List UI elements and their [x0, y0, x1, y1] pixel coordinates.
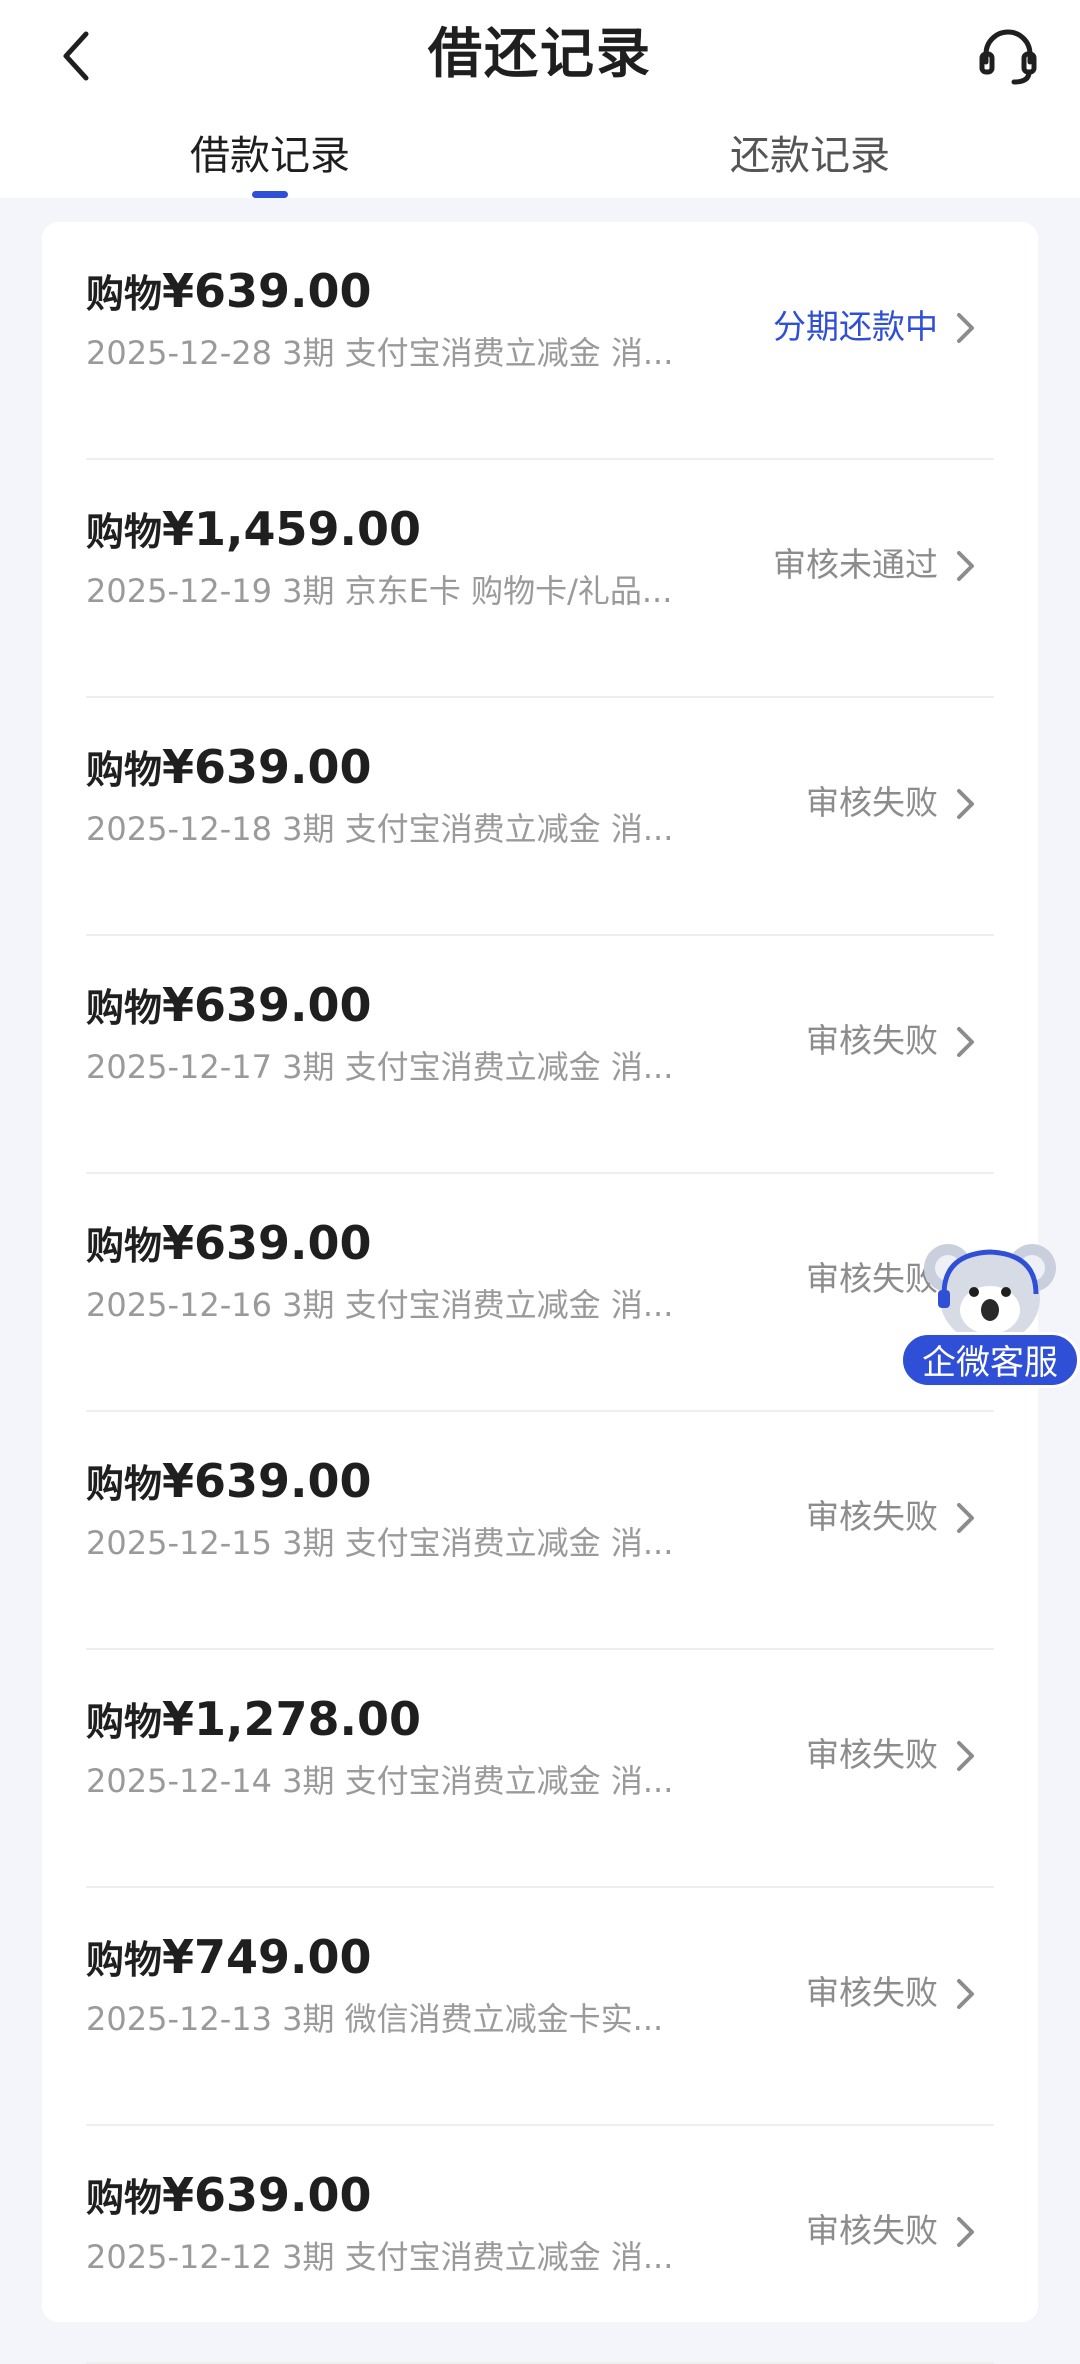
record-detail: 2025-12-16 3期 支付宝消费立减金 消...: [86, 1286, 674, 1324]
record-amount-value: ¥639.00: [162, 264, 372, 318]
record-amount: 购物¥639.00: [86, 1212, 372, 1274]
record-row[interactable]: 购物¥639.00 2025-12-16 3期 支付宝消费立减金 消... 审核失败: [42, 1174, 1038, 1412]
record-row[interactable]: 购物¥639.00 2025-12-28 3期 支付宝消费立减金 消... 分期还款…: [42, 222, 1038, 460]
record-row[interactable]: 购物¥639.00 2025-12-17 3期 支付宝消费立减金 消... 审核失败: [42, 936, 1038, 1174]
koala-mascot-icon: [924, 1244, 1056, 1344]
record-status: 审核失败: [806, 783, 938, 822]
record-row[interactable]: 购物¥639.00 2025-12-15 3期 支付宝消费立减金 消... 审核失败: [42, 1412, 1038, 1650]
chevron-right-icon: [957, 2217, 974, 2247]
chevron-right-icon: [957, 313, 974, 343]
chevron-right-icon: [957, 1503, 974, 1533]
record-amount-value: ¥639.00: [162, 740, 372, 794]
floating-service-label[interactable]: 企微客服: [900, 1332, 1080, 1388]
record-status: 审核失败: [806, 2211, 938, 2250]
record-row[interactable]: 购物¥639.00 2025-12-12 3期 支付宝消费立减金 消... 审核失败: [42, 2126, 1038, 2364]
chevron-right-icon: [957, 551, 974, 581]
record-category: 购物: [86, 2176, 163, 2220]
record-detail: 2025-12-19 3期 京东E卡 购物卡/礼品...: [86, 572, 673, 610]
record-amount-value: ¥639.00: [162, 1216, 372, 1270]
chevron-right-icon: [957, 1741, 974, 1771]
tab-borrow-records[interactable]: 借款记录: [140, 126, 400, 186]
record-status: 审核失败: [806, 1497, 938, 1536]
page-title: 借还记录: [428, 22, 652, 85]
chevron-right-icon: [957, 789, 974, 819]
record-category: 购物: [86, 986, 163, 1030]
record-category: 购物: [86, 1700, 163, 1744]
headset-icon: [979, 29, 1037, 85]
record-status: 审核失败: [806, 1735, 938, 1774]
record-category: 购物: [86, 510, 163, 554]
record-status: 审核失败: [806, 1973, 938, 2012]
header: 借还记录 借款记录 还款记录: [0, 0, 1080, 198]
record-amount: 购物¥639.00: [86, 260, 372, 322]
record-category: 购物: [86, 1462, 163, 1506]
record-detail: 2025-12-12 3期 支付宝消费立减金 消...: [86, 2238, 674, 2276]
record-status: 审核失败: [806, 1021, 938, 1060]
record-amount: 购物¥639.00: [86, 736, 372, 798]
record-category: 购物: [86, 748, 163, 792]
records-list: 购物¥639.00 2025-12-28 3期 支付宝消费立减金 消... 分期还款…: [42, 222, 1038, 2364]
record-detail: 2025-12-18 3期 支付宝消费立减金 消...: [86, 810, 674, 848]
tab-repay-records[interactable]: 还款记录: [680, 126, 940, 186]
record-detail: 2025-12-17 3期 支付宝消费立减金 消...: [86, 1048, 674, 1086]
record-amount: 购物¥749.00: [86, 1926, 372, 1988]
record-category: 购物: [86, 1224, 163, 1268]
record-row[interactable]: 购物¥1,278.00 2025-12-14 3期 支付宝消费立减金 消... 审核…: [42, 1650, 1038, 1888]
record-amount: 购物¥639.00: [86, 974, 372, 1036]
record-category: 购物: [86, 1938, 163, 1982]
record-detail: 2025-12-13 3期 微信消费立减金卡实...: [86, 2000, 664, 2038]
record-amount-value: ¥639.00: [162, 978, 372, 1032]
record-row[interactable]: 购物¥1,459.00 2025-12-19 3期 京东E卡 购物卡/礼品... 审…: [42, 460, 1038, 698]
customer-service-button[interactable]: [970, 18, 1046, 94]
record-status: 分期还款中: [773, 307, 938, 346]
record-amount: 购物¥1,278.00: [86, 1688, 421, 1750]
record-status: 审核未通过: [773, 545, 938, 584]
record-category: 购物: [86, 272, 163, 316]
record-amount-value: ¥1,459.00: [162, 502, 422, 556]
tab-active-indicator: [252, 191, 288, 198]
record-amount: 购物¥639.00: [86, 2164, 372, 2226]
record-amount-value: ¥639.00: [162, 2168, 372, 2222]
record-detail: 2025-12-28 3期 支付宝消费立减金 消...: [86, 334, 674, 372]
record-amount-value: ¥1,278.00: [162, 1692, 422, 1746]
record-amount: 购物¥1,459.00: [86, 498, 421, 560]
chevron-right-icon: [957, 1027, 974, 1057]
record-amount-value: ¥749.00: [162, 1930, 372, 1984]
record-amount-value: ¥639.00: [162, 1454, 372, 1508]
record-amount: 购物¥639.00: [86, 1450, 372, 1512]
record-detail: 2025-12-15 3期 支付宝消费立减金 消...: [86, 1524, 674, 1562]
chevron-right-icon: [957, 1979, 974, 2009]
record-row[interactable]: 购物¥749.00 2025-12-13 3期 微信消费立减金卡实... 审核失败: [42, 1888, 1038, 2126]
record-detail: 2025-12-14 3期 支付宝消费立减金 消...: [86, 1762, 674, 1800]
record-row[interactable]: 购物¥639.00 2025-12-18 3期 支付宝消费立减金 消... 审核失败: [42, 698, 1038, 936]
